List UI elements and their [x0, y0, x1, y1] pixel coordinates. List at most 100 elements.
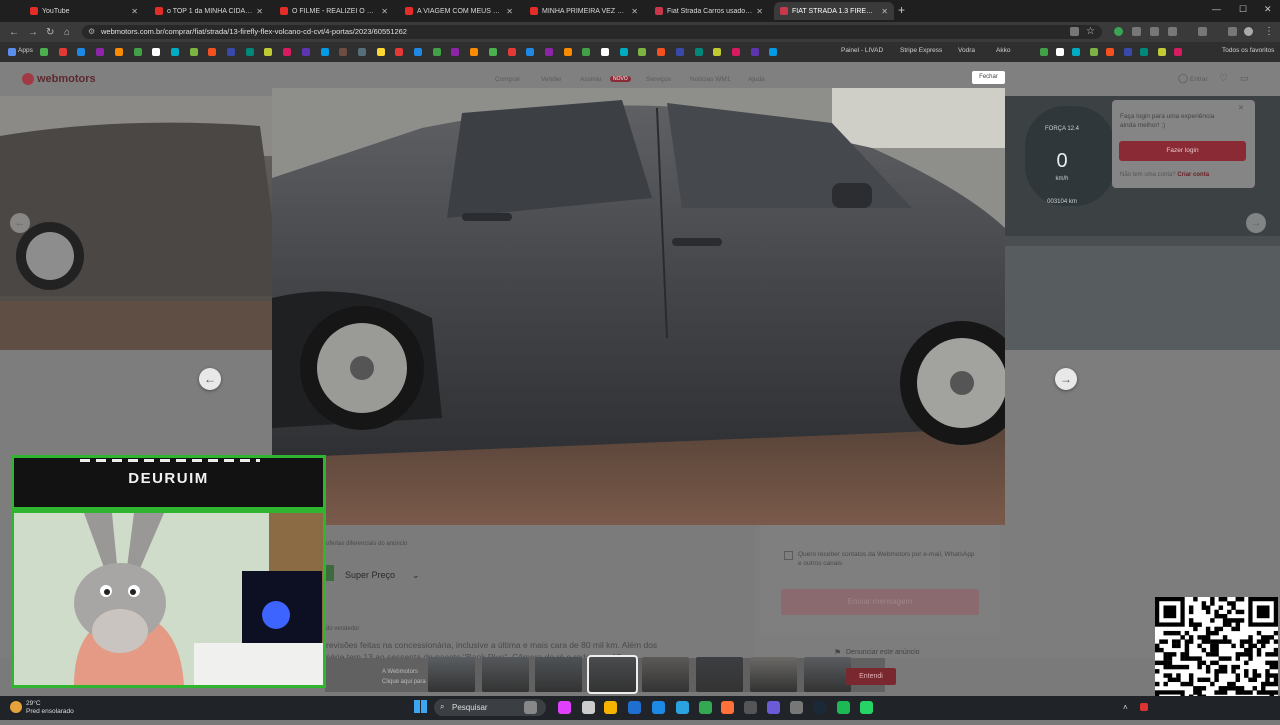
chrome-icon[interactable] — [699, 701, 712, 714]
next-thumb-arrow-icon[interactable]: → — [1246, 213, 1266, 233]
login-link[interactable]: Entrar — [1190, 76, 1208, 83]
photo-thumbnail[interactable] — [482, 657, 529, 692]
bookmark-favicon-icon[interactable] — [451, 48, 460, 56]
file-explorer-icon[interactable] — [604, 701, 617, 714]
bookmark-favicon-icon[interactable] — [1090, 48, 1098, 56]
browser-tab[interactable]: o TOP 1 da MINHA CIDADE? p ✕ — [149, 2, 269, 20]
photo-thumbnail[interactable] — [804, 657, 851, 692]
whatsapp-icon[interactable] — [860, 701, 873, 714]
close-window-button[interactable]: ✕ — [1264, 4, 1272, 15]
bookmark-akko[interactable]: Akko — [996, 47, 1010, 54]
bookmark-favicon-icon[interactable] — [320, 48, 329, 56]
tab-close-icon[interactable]: ✕ — [256, 7, 263, 16]
browser-tab[interactable]: A VIAGEM COM MEUS CAMER✕ — [399, 2, 519, 20]
browser-tab[interactable]: MINHA PRIMEIRA VEZ PARTICI ✕ — [524, 2, 644, 20]
weather-sun-icon[interactable] — [10, 701, 22, 713]
close-gallery-button[interactable]: Fechar — [972, 71, 1005, 84]
cookie-text-line[interactable]: Clique aqui para — [382, 677, 426, 687]
bookmark-favicon-icon[interactable] — [414, 48, 422, 56]
create-account-link[interactable]: Criar conta — [1177, 172, 1209, 178]
bookmark-favicon-icon[interactable] — [694, 48, 703, 56]
tab-close-icon[interactable]: ✕ — [131, 7, 138, 16]
bookmark-favicon-icon[interactable] — [114, 48, 123, 56]
puzzle-icon[interactable] — [1150, 27, 1159, 36]
maximize-button[interactable]: ☐ — [1239, 4, 1247, 15]
bookmark-favicon-icon[interactable] — [376, 48, 385, 56]
bookmark-favicon-icon[interactable] — [283, 48, 292, 56]
bookmark-favicon-icon[interactable] — [1140, 48, 1148, 56]
bookmark-favicon-icon[interactable] — [601, 48, 609, 56]
bookmark-painel[interactable]: Painel - LIVAD — [841, 47, 883, 54]
app-icon[interactable] — [790, 701, 803, 714]
bookmark-favicon-icon[interactable] — [264, 48, 273, 56]
bookmark-vodra[interactable]: Vodra — [958, 47, 975, 54]
bookmark-favicon-icon[interactable] — [619, 48, 628, 56]
site-logo[interactable]: webmotors — [22, 73, 96, 85]
bookmark-favicon-icon[interactable] — [488, 48, 497, 56]
bookmark-all-favorites[interactable]: Todos os favoritos — [1222, 47, 1274, 54]
bookmark-favicon-icon[interactable] — [750, 48, 759, 56]
close-popup-icon[interactable]: ✕ — [1238, 104, 1244, 112]
prev-thumb-arrow-icon[interactable]: ← — [10, 213, 30, 233]
nav-vender[interactable]: Vender — [541, 76, 562, 83]
bookmark-favicon-icon[interactable] — [77, 48, 86, 56]
chat-icon[interactable]: ▭ — [1240, 73, 1249, 84]
tray-app-icon[interactable] — [1140, 703, 1148, 711]
bookmark-favicon-icon[interactable] — [544, 48, 553, 56]
browser-tab[interactable]: FIAT STRADA 1.3 FIREFLY FLEX✕ — [774, 2, 894, 20]
bookmark-favicon-icon[interactable] — [1106, 48, 1114, 56]
browser-tab[interactable]: Fiat Strada Carros usados, sen ✕ — [649, 2, 769, 20]
bookmark-favicon-icon[interactable] — [1040, 48, 1048, 56]
bookmark-favicon-icon[interactable] — [1158, 48, 1166, 56]
app-icon[interactable] — [582, 701, 595, 714]
bookmark-favicon-icon[interactable] — [563, 48, 572, 56]
bookmark-favicon-icon[interactable] — [507, 48, 516, 56]
browser-tab[interactable]: O FILME - REALIZEI O SONHO ✕ — [274, 2, 394, 20]
bookmark-favicon-icon[interactable] — [96, 48, 105, 56]
chevron-down-icon[interactable]: ⌄ — [412, 570, 420, 581]
edge-browser-icon[interactable] — [676, 701, 689, 714]
tab-close-icon[interactable]: ✕ — [756, 7, 763, 16]
tab-close-icon[interactable]: ✕ — [631, 7, 638, 16]
app-icon[interactable] — [744, 701, 757, 714]
new-tab-button[interactable]: + — [898, 3, 905, 17]
nav-noticias[interactable]: Notícias WM1 — [690, 76, 730, 83]
apps-icon[interactable] — [8, 48, 16, 56]
photo-thumbnail[interactable] — [587, 655, 638, 694]
bookmark-favicon-icon[interactable] — [713, 48, 722, 56]
history-icon[interactable] — [1198, 27, 1207, 36]
bookmark-favicon-icon[interactable] — [1056, 48, 1064, 56]
bookmark-favicon-icon[interactable] — [1174, 48, 1182, 56]
forward-button[interactable]: → — [28, 27, 38, 38]
weather-widget[interactable]: 29°C Pred ensolarado — [26, 700, 74, 716]
nav-servicos[interactable]: Serviços — [646, 76, 671, 83]
menu-icon[interactable]: ⋮ — [1264, 26, 1274, 37]
extension-icon[interactable] — [1132, 27, 1141, 36]
steam-icon[interactable] — [813, 701, 826, 714]
login-button[interactable]: Fazer login — [1119, 141, 1246, 161]
bookmark-favicon-icon[interactable] — [638, 48, 647, 56]
site-info-icon[interactable]: ⚙ — [88, 27, 95, 36]
bookmark-favicon-icon[interactable] — [227, 48, 235, 56]
app-icon[interactable] — [652, 701, 665, 714]
next-photo-button[interactable]: → — [1055, 368, 1077, 390]
bookmark-favicon-icon[interactable] — [1124, 48, 1132, 56]
browser-tab[interactable]: YouTube ✕ — [24, 2, 144, 20]
bookmark-favicon-icon[interactable] — [301, 48, 310, 56]
bookmark-favicon-icon[interactable] — [470, 48, 479, 56]
previous-photo-button[interactable]: ← — [199, 368, 221, 390]
contact-consent-checkbox[interactable] — [784, 551, 793, 560]
bookmark-favicon-icon[interactable] — [731, 48, 740, 56]
bookmark-favicon-icon[interactable] — [675, 48, 684, 56]
photo-thumbnail[interactable] — [428, 657, 475, 692]
bookmark-favicon-icon[interactable] — [432, 48, 441, 56]
windows-start-icon[interactable] — [414, 700, 427, 713]
bookmark-favicon-icon[interactable] — [170, 48, 179, 56]
profile-avatar[interactable] — [1244, 27, 1253, 36]
bookmark-favicon-icon[interactable] — [208, 48, 217, 56]
photo-thumbnail[interactable] — [696, 657, 743, 692]
bookmark-favicon-icon[interactable] — [657, 48, 666, 56]
back-button[interactable]: ← — [9, 27, 19, 38]
spotify-icon[interactable] — [837, 701, 850, 714]
tab-close-icon[interactable]: ✕ — [381, 7, 388, 16]
